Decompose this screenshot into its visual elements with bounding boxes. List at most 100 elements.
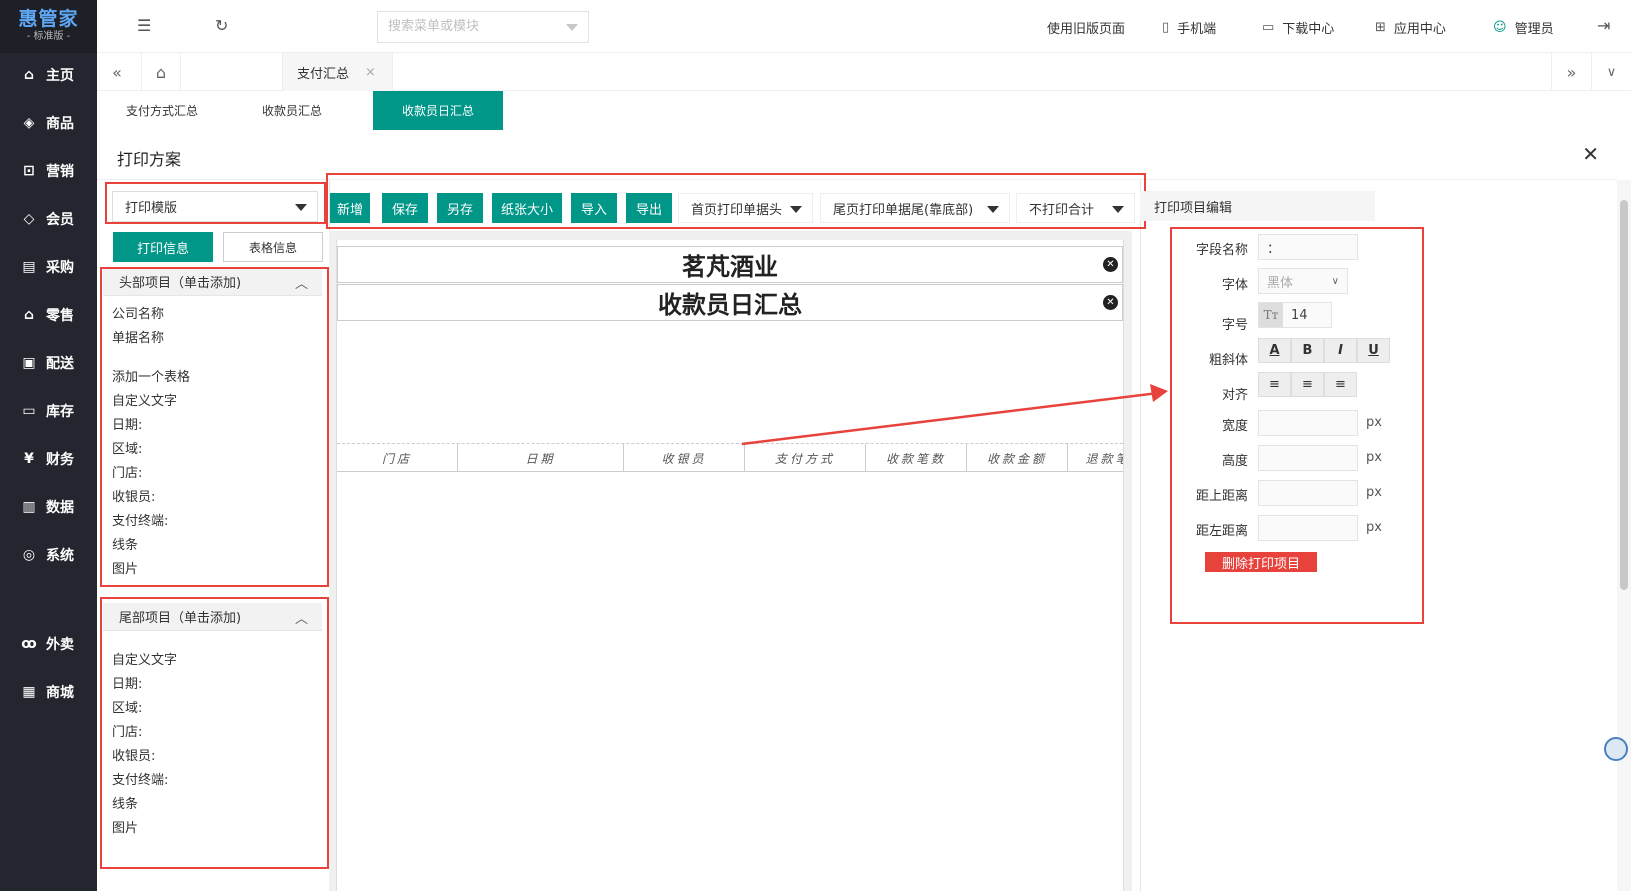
- remove-icon[interactable]: ✕: [1103, 257, 1118, 272]
- cube-icon: ◈: [23, 115, 35, 131]
- annotation-arrow: [741, 384, 1168, 446]
- sidebar-item-label: 外卖: [46, 637, 74, 653]
- sidebar-item-label: 库存: [46, 404, 74, 420]
- tabs-dropdown-icon[interactable]: ∨: [1591, 53, 1631, 91]
- chevron-down-icon: [566, 24, 578, 31]
- user-menu[interactable]: ☺ 管理员: [1493, 18, 1554, 37]
- store-icon: ▦: [22, 684, 36, 700]
- column-header: 门店: [337, 444, 458, 471]
- download-link[interactable]: ▭ 下载中心: [1262, 18, 1334, 37]
- highlight-box: [105, 182, 326, 224]
- menu-toggle-icon[interactable]: ☰: [137, 16, 151, 35]
- sidebar-item-label: 商城: [46, 685, 74, 701]
- doc-title: 收款员日汇总: [658, 291, 802, 319]
- truck-icon: ▣: [22, 355, 36, 371]
- sidebar-item-marketing[interactable]: ⊡ 营销: [0, 156, 97, 186]
- sidebar-item-inventory[interactable]: ▭ 库存: [0, 396, 97, 426]
- editor-title: 打印项目编辑: [1140, 191, 1375, 221]
- tab-cashier-daily-summary[interactable]: 收款员日汇总: [373, 91, 503, 130]
- home-icon: ⌂: [23, 67, 35, 83]
- box-icon: ▭: [22, 403, 36, 419]
- top-bar: ☰ ↻ 搜索菜单或模块 使用旧版页面 ▯ 手机端 ▭ 下载中心 ⊞ 应用中心 ☺ 管理员…: [97, 0, 1631, 53]
- old-version-label: 使用旧版页面: [1047, 22, 1126, 37]
- bag-icon: ⌂: [23, 307, 35, 323]
- sidebar-item-label: 采购: [46, 260, 74, 276]
- print-info-button[interactable]: 打印信息: [113, 232, 213, 262]
- tab-bar: « ⌂ 支付汇总 × » ∨: [97, 53, 1631, 91]
- download-label: 下载中心: [1282, 22, 1335, 37]
- print-canvas[interactable]: [336, 240, 1124, 891]
- sidebar-item-home[interactable]: ⌂ 主页: [0, 60, 97, 90]
- sidebar-item-label: 商品: [46, 116, 74, 132]
- scrollbar[interactable]: [1617, 180, 1631, 891]
- tab-label: 支付汇总: [297, 66, 350, 82]
- logo-subtitle: - 标准版 -: [26, 31, 71, 42]
- bar-chart-icon: ▥: [22, 499, 36, 515]
- purchase-icon: ▤: [22, 259, 36, 275]
- search-placeholder: 搜索菜单或模块: [388, 19, 480, 34]
- column-header: 收银员: [624, 444, 745, 471]
- grid-icon: ⊞: [1375, 20, 1386, 35]
- sidebar: 惠管家 - 标准版 - ⌂ 主页 ◈ 商品 ⊡ 营销 ◇ 会员 ▤ 采购 ⌂ 零售 ▣ 配送 …: [0, 0, 97, 891]
- chart-line-icon: ⊡: [23, 163, 35, 179]
- monitor-icon: ▭: [1262, 20, 1275, 35]
- highlight-box: [100, 267, 329, 587]
- sidebar-item-members[interactable]: ◇ 会员: [0, 204, 97, 234]
- highlight-box: [100, 597, 329, 869]
- apps-label: 应用中心: [1393, 22, 1446, 37]
- divider: [1140, 180, 1141, 891]
- bike-icon: ꝏ: [21, 636, 37, 652]
- highlight-box: [326, 173, 1146, 229]
- sidebar-item-label: 数据: [46, 500, 74, 516]
- tab-payment-method-summary[interactable]: 支付方式汇总: [97, 91, 227, 130]
- panel-title: 打印方案: [117, 150, 182, 169]
- settings-icon: ◎: [22, 547, 36, 563]
- tab-payment-summary[interactable]: 支付汇总 ×: [282, 53, 393, 91]
- yen-icon: ¥: [24, 451, 34, 467]
- old-version-link[interactable]: 使用旧版页面: [1047, 18, 1125, 37]
- assistant-bubble-icon[interactable]: [1604, 737, 1628, 761]
- sidebar-item-products[interactable]: ◈ 商品: [0, 108, 97, 138]
- sidebar-item-system[interactable]: ◎ 系统: [0, 540, 97, 570]
- sidebar-item-label: 会员: [46, 212, 74, 228]
- sidebar-item-finance[interactable]: ¥ 财务: [0, 444, 97, 474]
- scrollbar-thumb[interactable]: [1620, 200, 1628, 590]
- sidebar-item-mall[interactable]: ▦ 商城: [0, 677, 97, 707]
- column-header: 日期: [458, 444, 624, 471]
- home-tab-icon[interactable]: ⌂: [141, 53, 181, 91]
- sidebar-item-delivery[interactable]: ▣ 配送: [0, 348, 97, 378]
- company-name: 茗芃酒业: [682, 253, 778, 281]
- refresh-icon[interactable]: ↻: [215, 16, 228, 35]
- sidebar-item-label: 财务: [46, 452, 74, 468]
- user-label: 管理员: [1514, 22, 1554, 37]
- tab-cashier-summary[interactable]: 收款员汇总: [227, 91, 357, 130]
- sidebar-item-label: 配送: [46, 356, 74, 372]
- mobile-icon: ▯: [1162, 20, 1170, 35]
- search-input[interactable]: 搜索菜单或模块: [377, 11, 589, 43]
- tabs-scroll-right-icon[interactable]: »: [1551, 53, 1591, 91]
- sidebar-item-label: 零售: [46, 308, 74, 324]
- apps-link[interactable]: ⊞ 应用中心: [1375, 18, 1446, 37]
- logo[interactable]: 惠管家 - 标准版 -: [0, 0, 97, 53]
- doc-title-field[interactable]: 收款员日汇总 ✕: [337, 284, 1123, 321]
- sidebar-item-data[interactable]: ▥ 数据: [0, 492, 97, 522]
- logout-icon[interactable]: ⇥: [1597, 16, 1610, 35]
- remove-icon[interactable]: ✕: [1103, 295, 1118, 310]
- sidebar-item-purchase[interactable]: ▤ 采购: [0, 252, 97, 282]
- mobile-label: 手机端: [1177, 22, 1217, 37]
- close-icon[interactable]: ✕: [1582, 142, 1599, 166]
- table-info-button[interactable]: 表格信息: [223, 232, 323, 262]
- sidebar-item-label: 营销: [46, 164, 74, 180]
- close-tab-icon[interactable]: ×: [365, 65, 376, 80]
- user-icon: ☺: [1493, 20, 1507, 35]
- sidebar-item-retail[interactable]: ⌂ 零售: [0, 300, 97, 330]
- tabs-scroll-left-icon[interactable]: «: [97, 53, 137, 91]
- company-name-field[interactable]: 茗芃酒业 ✕: [337, 246, 1123, 283]
- mobile-link[interactable]: ▯ 手机端: [1162, 18, 1216, 37]
- sidebar-item-label: 主页: [46, 68, 74, 84]
- highlight-box: [1170, 227, 1424, 624]
- diamond-icon: ◇: [23, 211, 35, 227]
- sidebar-item-label: 系统: [46, 548, 74, 564]
- sidebar-item-takeaway[interactable]: ꝏ 外卖: [0, 629, 97, 659]
- logo-title: 惠管家: [18, 8, 79, 30]
